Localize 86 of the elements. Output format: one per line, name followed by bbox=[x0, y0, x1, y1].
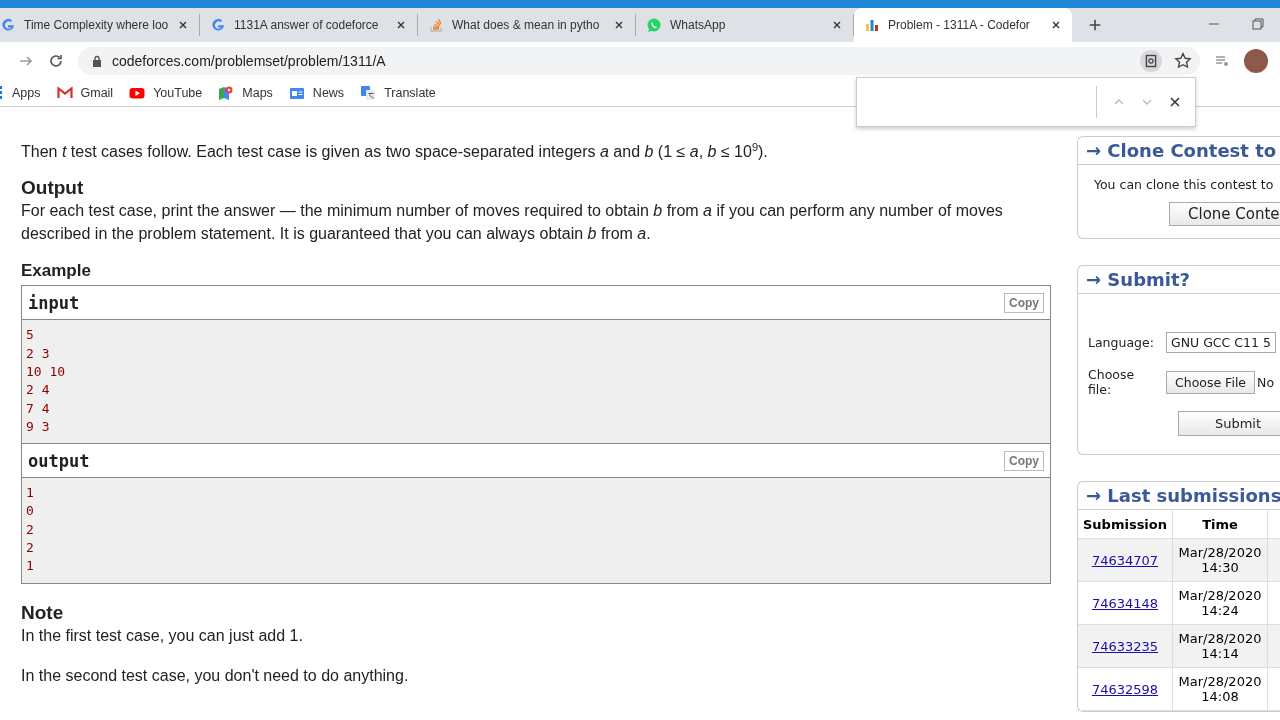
google-g-icon bbox=[0, 17, 16, 33]
sample-line: 2 3 bbox=[26, 344, 51, 363]
bookmark[interactable]: Maps bbox=[218, 85, 273, 101]
tab-title: What does & mean in pytho bbox=[452, 18, 601, 32]
bookmark[interactable]: Gmail bbox=[56, 85, 114, 101]
sample-line: 5 bbox=[26, 326, 35, 345]
submission-link[interactable]: 74633235 bbox=[1091, 638, 1159, 654]
play-button-icon bbox=[129, 85, 146, 101]
file-status: No bbox=[1257, 374, 1275, 390]
close-icon[interactable] bbox=[831, 19, 843, 31]
url-text: codeforces.com/problemset/problem/1311/A bbox=[112, 53, 386, 69]
newspaper-icon bbox=[288, 85, 305, 101]
language-select[interactable]: GNU GCC C11 5 bbox=[1166, 332, 1276, 353]
paragraph: For each test case, print the answer — the minimum number of moves required to obtain b from a if you can perform any number of moves described in the problem statement. It is guaranteed that you can always obtain b from a. bbox=[21, 201, 1004, 245]
google-g-icon bbox=[210, 17, 226, 33]
tab-title: Problem - 1311A - Codefor bbox=[888, 18, 1031, 32]
submission-link[interactable]: 74634707 bbox=[1091, 552, 1159, 568]
bookmark[interactable]: Translate bbox=[360, 85, 436, 101]
table-cell: Mar/28/2020 bbox=[1178, 631, 1262, 646]
tab-title: 1131A answer of codeforce bbox=[234, 18, 380, 32]
table-cell: Mar/28/2020 bbox=[1178, 545, 1262, 560]
section-title: Example bbox=[21, 261, 92, 282]
sample-title: output bbox=[28, 450, 90, 471]
close-icon[interactable] bbox=[1169, 96, 1181, 108]
choose-file-button[interactable]: Choose File bbox=[1166, 370, 1256, 394]
paragraph: In the second test case, you don't need to do anything. bbox=[21, 665, 410, 686]
search-page-icon[interactable] bbox=[1140, 50, 1162, 72]
table-cell: 14:08 bbox=[1201, 689, 1239, 704]
map-pin-icon bbox=[218, 85, 235, 101]
section-title: Output bbox=[21, 177, 85, 200]
sample-line: 2 4 bbox=[26, 381, 51, 400]
clone-button[interactable]: Clone Conte bbox=[1169, 202, 1280, 226]
card-title: → Last submissions bbox=[1078, 482, 1280, 510]
sample-line: 7 4 bbox=[26, 399, 51, 418]
close-icon[interactable] bbox=[395, 19, 407, 31]
field-label: Choose file: bbox=[1088, 367, 1136, 397]
sample-line: 0 bbox=[26, 502, 35, 521]
sample-line: 10 10 bbox=[26, 362, 67, 381]
table-cell: 14:14 bbox=[1201, 646, 1239, 661]
card-title: → Submit? bbox=[1078, 266, 1280, 294]
tab-title: WhatsApp bbox=[670, 18, 727, 32]
sample-title: input bbox=[28, 292, 80, 313]
restore-icon[interactable] bbox=[1250, 16, 1266, 32]
sample-line: 2 bbox=[26, 539, 35, 557]
sample-line: 9 3 bbox=[26, 417, 51, 436]
table-cell: Mar/28/2020 bbox=[1178, 674, 1262, 689]
column-header: Time bbox=[1173, 510, 1268, 538]
bookmark[interactable]: YouTube bbox=[129, 85, 203, 101]
reload-icon[interactable] bbox=[48, 53, 64, 69]
bookmark[interactable]: Apps bbox=[0, 85, 41, 101]
submission-link[interactable]: 74634148 bbox=[1091, 595, 1159, 611]
lock-icon bbox=[92, 55, 102, 67]
sample-line: 1 bbox=[26, 557, 35, 576]
sample-line: 1 bbox=[26, 484, 35, 503]
browser-tab[interactable]: Time Complexity where loo bbox=[0, 14, 200, 36]
card-title: → Clone Contest to bbox=[1078, 137, 1280, 165]
submission-link[interactable]: 74632598 bbox=[1091, 681, 1159, 697]
browser-tab[interactable]: Problem - 1311A - Codefor bbox=[854, 8, 1072, 42]
section-title: Note bbox=[21, 601, 65, 624]
field-label: Language: bbox=[1088, 335, 1155, 350]
browser-tab[interactable]: 1131A answer of codeforce bbox=[200, 14, 418, 36]
profile-avatar[interactable] bbox=[1244, 49, 1268, 73]
translate-icon bbox=[360, 85, 377, 101]
copy-button[interactable]: Copy bbox=[1004, 292, 1044, 313]
browser-tab[interactable]: What does & mean in pytho bbox=[418, 14, 636, 36]
new-tab-icon[interactable] bbox=[1088, 18, 1102, 32]
copy-button[interactable]: Copy bbox=[1004, 450, 1044, 471]
sample-line: 2 bbox=[26, 520, 35, 539]
close-icon[interactable] bbox=[613, 19, 625, 31]
address-bar[interactable]: codeforces.com/problemset/problem/1311/A bbox=[78, 47, 1200, 75]
submit-button[interactable]: Submit bbox=[1178, 411, 1280, 436]
close-icon[interactable] bbox=[177, 19, 189, 31]
bookmark[interactable]: News bbox=[288, 85, 345, 101]
paragraph: In the first test case, you can just add 1. bbox=[21, 625, 304, 646]
table-cell: 14:30 bbox=[1201, 560, 1239, 575]
table-cell: 14:24 bbox=[1201, 603, 1239, 618]
column-header: Submission bbox=[1078, 510, 1173, 538]
chat-bubble-icon bbox=[646, 17, 662, 33]
mail-m-icon bbox=[56, 85, 73, 101]
close-icon[interactable] bbox=[1050, 19, 1062, 31]
tab-title: Time Complexity where loo bbox=[24, 18, 169, 32]
table-cell: Mar/28/2020 bbox=[1178, 588, 1262, 603]
paragraph: Then t test cases follow. Each test case is given as two space-separated integers a and b (1 ≤ a, b ≤ 10$^{9}$). bbox=[21, 140, 769, 163]
bar-chart-icon bbox=[864, 17, 880, 33]
card-text: You can clone this contest to bbox=[1094, 177, 1274, 192]
stack-icon bbox=[428, 17, 444, 33]
